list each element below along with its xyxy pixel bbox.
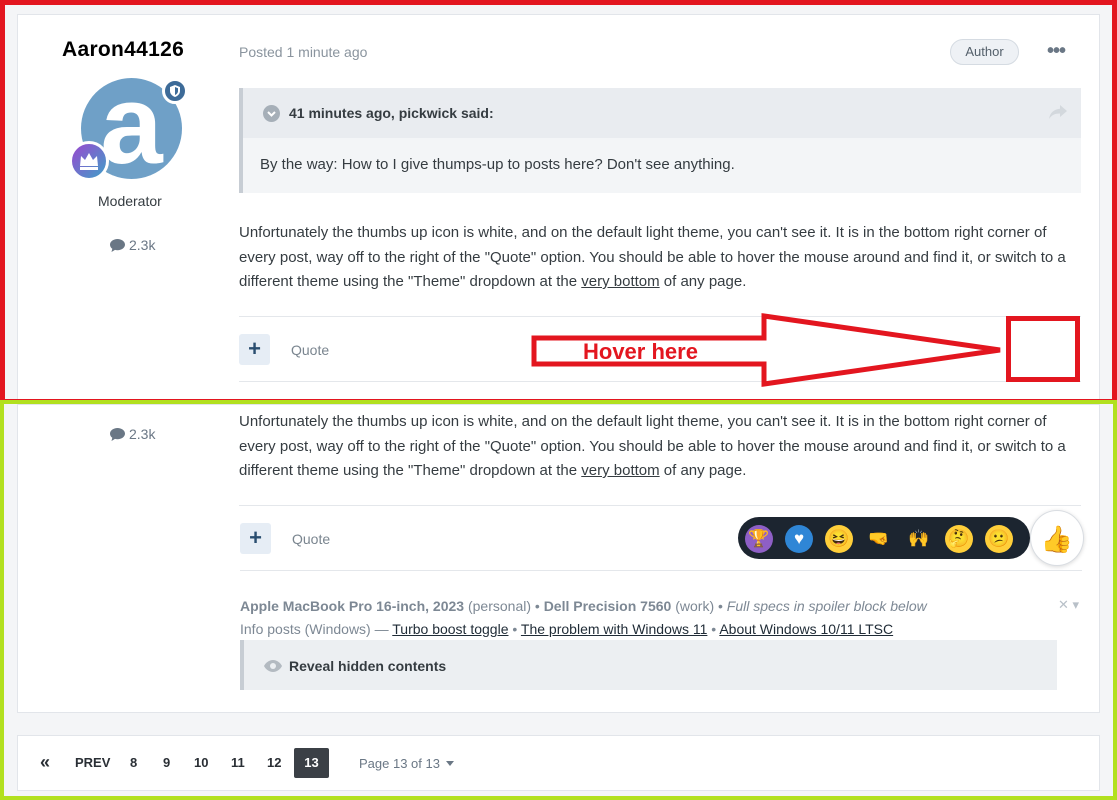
post-count-value: 2.3k: [129, 426, 156, 442]
more-options-icon[interactable]: •••: [1047, 40, 1066, 63]
thinking-face-icon[interactable]: 🤔: [945, 525, 973, 553]
hover-target-highlight: [1006, 316, 1080, 382]
caret-down-icon: [445, 761, 454, 766]
confused-face-icon[interactable]: 😕: [985, 525, 1013, 553]
separator: •: [531, 598, 544, 614]
signature-specs-note: Full specs in spoiler block below: [726, 598, 927, 614]
page-jump-dropdown[interactable]: Page 13 of 13: [359, 756, 454, 771]
post-body: Unfortunately the thumbs up icon is whit…: [239, 410, 1079, 484]
quote-block: 41 minutes ago, pickwick said: By the wa…: [239, 88, 1081, 193]
author-name[interactable]: Aaron44126: [62, 38, 184, 62]
post-count-value: 2.3k: [129, 237, 156, 253]
post-body-text-end: of any page.: [659, 273, 747, 290]
laughing-face-icon[interactable]: 😆: [825, 525, 853, 553]
signature-workstation-note: (work): [675, 598, 715, 614]
signature-laptop: Apple MacBook Pro 16-inch, 2023: [240, 598, 465, 614]
multiquote-add-button[interactable]: +: [239, 334, 270, 365]
signature-workstation: Dell Precision 7560: [543, 598, 672, 614]
current-page[interactable]: 13: [294, 748, 329, 778]
post-count: 2.3k: [110, 237, 155, 253]
quote-button[interactable]: Quote: [291, 342, 329, 358]
page-link[interactable]: 11: [231, 755, 245, 770]
page-jump-label: Page 13 of 13: [359, 756, 440, 771]
close-signature-icon[interactable]: ✕ ▾: [1058, 597, 1079, 613]
user-role: Moderator: [98, 193, 162, 209]
separator: •: [714, 598, 727, 614]
signature-laptop-note: (personal): [467, 598, 531, 614]
page-link[interactable]: 12: [267, 755, 281, 770]
comment-icon: [110, 428, 125, 441]
signature-info-prefix: Info posts (Windows) —: [240, 621, 393, 637]
spoiler-block[interactable]: Reveal hidden contents: [240, 640, 1057, 690]
signature-line-2: Info posts (Windows) — Turbo boost toggl…: [240, 621, 893, 637]
thumbs-up-icon: 👍: [1040, 524, 1074, 554]
author-badge: Author: [950, 39, 1019, 65]
shield-icon: [162, 78, 188, 104]
post-body-text-end: of any page.: [659, 462, 747, 479]
first-page-button[interactable]: «: [40, 752, 50, 773]
prev-page-button[interactable]: PREV: [75, 755, 110, 770]
page-link[interactable]: 9: [163, 755, 170, 770]
trophy-icon[interactable]: 🏆: [745, 525, 773, 553]
post-body: Unfortunately the thumbs up icon is whit…: [239, 221, 1079, 295]
ltsc-link[interactable]: About Windows 10/11 LTSC: [719, 621, 893, 637]
very-bottom-link[interactable]: very bottom: [581, 273, 659, 290]
page-link[interactable]: 8: [130, 755, 137, 770]
quote-header[interactable]: 41 minutes ago, pickwick said:: [243, 88, 1081, 138]
heart-icon[interactable]: ♥: [785, 525, 813, 553]
signature-line-1: Apple MacBook Pro 16-inch, 2023 (persona…: [240, 598, 927, 614]
post-timestamp[interactable]: Posted 1 minute ago: [239, 44, 367, 60]
quote-button[interactable]: Quote: [292, 531, 330, 547]
raised-hands-icon[interactable]: 🙌: [905, 525, 933, 553]
quote-attribution: 41 minutes ago, pickwick said:: [289, 105, 494, 121]
turbo-boost-link[interactable]: Turbo boost toggle: [392, 621, 508, 637]
separator: •: [707, 621, 720, 637]
fist-bump-icon[interactable]: 🤜: [865, 525, 893, 553]
pagination-bar: [17, 735, 1100, 791]
eye-icon: [264, 659, 282, 677]
page-link[interactable]: 10: [194, 755, 208, 770]
quote-text: By the way: How to I give thumps-up to p…: [260, 156, 735, 173]
share-arrow-icon[interactable]: [1049, 105, 1067, 124]
reveal-hidden-contents: Reveal hidden contents: [289, 658, 447, 674]
crown-icon: [69, 141, 109, 181]
separator: •: [508, 621, 521, 637]
divider: [240, 570, 1082, 571]
post-count: 2.3k: [110, 426, 155, 442]
windows-11-link[interactable]: The problem with Windows 11: [521, 621, 707, 637]
thumbs-up-button[interactable]: 👍: [1030, 510, 1084, 566]
chevron-down-icon[interactable]: [263, 105, 280, 122]
divider: [239, 505, 1081, 506]
hover-here-label: Hover here: [583, 339, 698, 364]
very-bottom-link[interactable]: very bottom: [581, 462, 659, 479]
comment-icon: [110, 239, 125, 252]
multiquote-add-button[interactable]: +: [240, 523, 271, 554]
